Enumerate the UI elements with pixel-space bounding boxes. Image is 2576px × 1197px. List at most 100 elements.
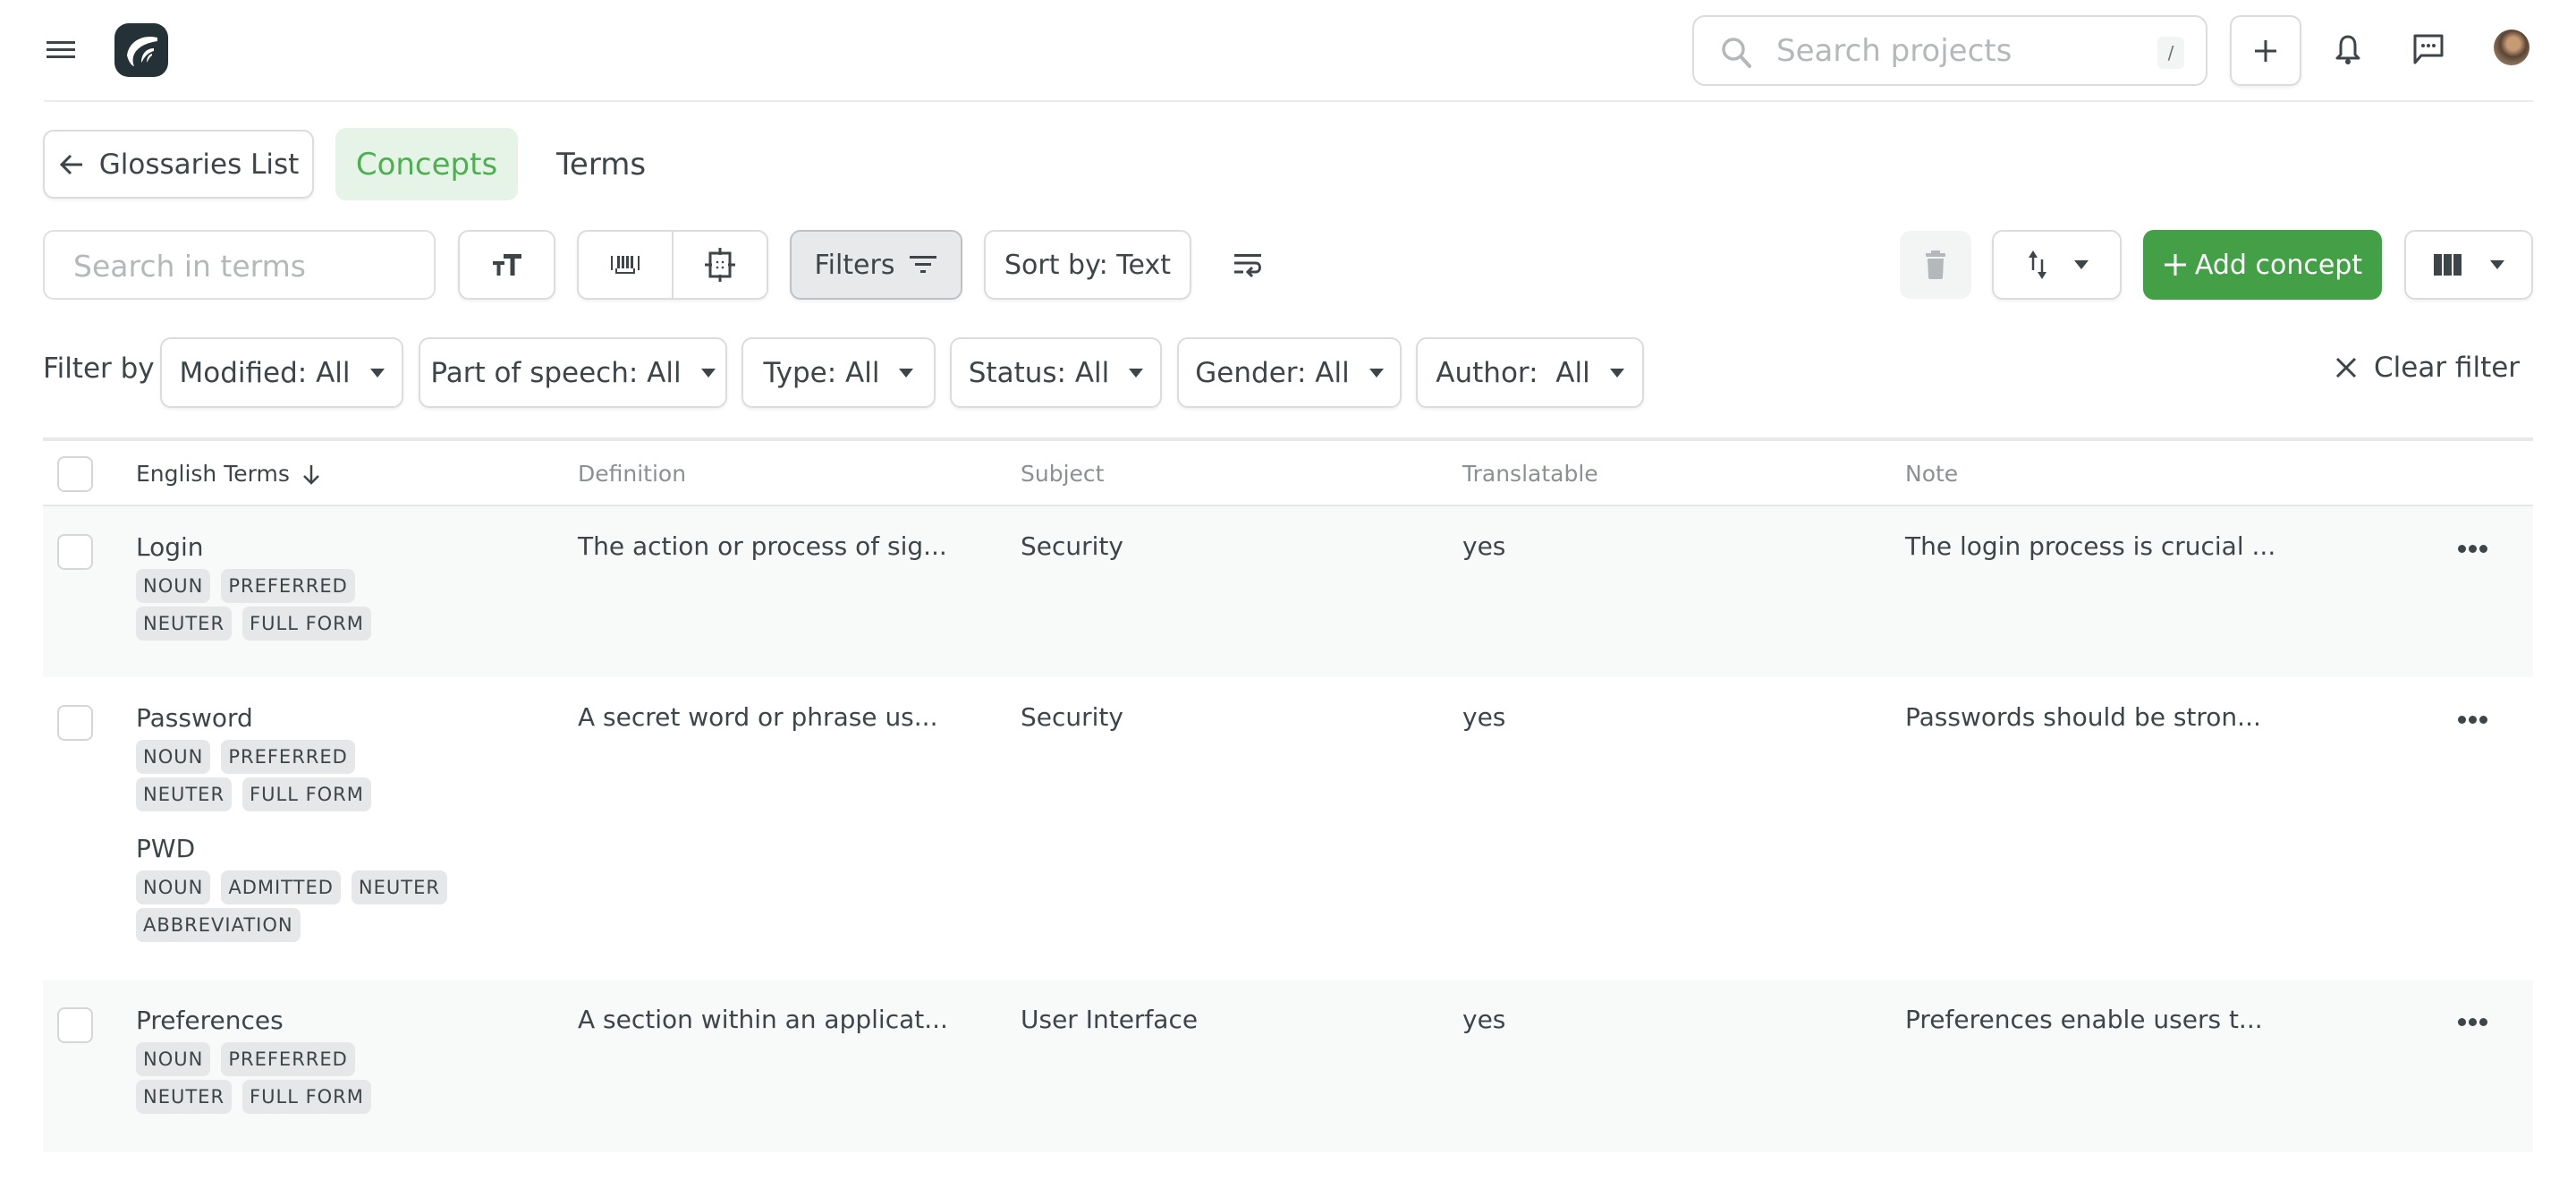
badge: PREFERRED: [221, 740, 355, 774]
term-entry: Password NOUN PREFERRED NEUTER FULL FORM: [136, 702, 458, 811]
app-logo-icon: [127, 36, 157, 66]
definition-cell: A secret word or phrase us...: [578, 702, 938, 732]
app-logo[interactable]: [114, 23, 168, 77]
text-size-button[interactable]: [458, 230, 555, 300]
plus-icon: [2164, 254, 2186, 276]
badge: FULL FORM: [242, 1080, 371, 1114]
column-header-definition[interactable]: Definition: [578, 461, 686, 487]
column-header-translatable[interactable]: Translatable: [1462, 461, 1598, 487]
definition-cell: A section within an applicat...: [578, 1005, 948, 1034]
bell-icon: [2335, 35, 2360, 64]
filter-type-label: Type: All: [763, 356, 880, 389]
term-name[interactable]: Login: [136, 531, 458, 564]
badge: PREFERRED: [221, 1042, 355, 1076]
row-actions-button[interactable]: [2458, 1016, 2488, 1027]
menu-button[interactable]: [45, 36, 77, 63]
arrow-down-icon: [302, 464, 319, 485]
term-name[interactable]: Preferences: [136, 1005, 458, 1037]
filters-label: Filters: [814, 249, 895, 281]
subject-cell: Security: [1021, 702, 1123, 732]
more-icon: [2458, 715, 2466, 724]
filter-modified-label: Modified: All: [179, 356, 351, 389]
column-header-subject[interactable]: Subject: [1021, 461, 1104, 487]
sort-button[interactable]: Sort by: Text: [984, 230, 1191, 300]
column-header-english-terms[interactable]: English Terms: [136, 461, 322, 487]
row-actions-button[interactable]: [2458, 543, 2488, 554]
more-icon: [2458, 1017, 2466, 1026]
table-row[interactable]: Password NOUN PREFERRED NEUTER FULL FORM…: [43, 677, 2533, 980]
chevron-down-icon: [700, 368, 716, 378]
badge: NEUTER: [136, 777, 233, 811]
row-checkbox[interactable]: [57, 1007, 93, 1043]
expanded-view-button[interactable]: [672, 232, 767, 298]
filter-part-of-speech[interactable]: Part of speech: All: [419, 337, 727, 408]
wrap-text-icon: [1234, 254, 1261, 278]
badge: NEUTER: [136, 1080, 233, 1114]
table-row[interactable]: Preferences NOUN PREFERRED NEUTER FULL F…: [43, 980, 2533, 1152]
close-icon: [2335, 357, 2357, 378]
row-checkbox[interactable]: [57, 534, 93, 570]
user-avatar[interactable]: [2494, 30, 2529, 65]
badge: ABBREVIATION: [136, 908, 301, 942]
project-search-input[interactable]: [1776, 31, 2116, 71]
clear-filter-button[interactable]: Clear filter: [2334, 352, 2520, 384]
chevron-down-icon: [369, 368, 385, 378]
tab-terms[interactable]: Terms: [537, 128, 665, 200]
barcode-icon: [611, 256, 640, 274]
terms-search[interactable]: [43, 230, 436, 300]
filter-icon: [910, 256, 937, 273]
search-shortcut-hint: /: [2157, 37, 2184, 69]
filter-gender[interactable]: Gender: All: [1177, 337, 1402, 408]
tab-concepts[interactable]: Concepts: [335, 128, 518, 200]
filter-type[interactable]: Type: All: [741, 337, 936, 408]
table-header: English Terms Definition Subject Transla…: [43, 441, 2533, 506]
view-mode-group: [577, 230, 768, 300]
sort-direction-button[interactable]: [1992, 230, 2122, 300]
wrap-text-button[interactable]: [1233, 249, 1265, 281]
create-button[interactable]: [2230, 15, 2301, 86]
column-header-note[interactable]: Note: [1905, 461, 1958, 487]
term-badges: NOUN PREFERRED NEUTER FULL FORM: [136, 1042, 458, 1114]
row-actions-button[interactable]: [2458, 714, 2488, 725]
select-all-checkbox[interactable]: [57, 456, 93, 492]
filter-modified[interactable]: Modified: All: [160, 337, 403, 408]
add-concept-label: Add concept: [2194, 249, 2363, 281]
filters-button[interactable]: Filters: [790, 230, 962, 300]
table-row[interactable]: Login NOUN PREFERRED NEUTER FULL FORM Th…: [43, 506, 2533, 677]
subject-cell: Security: [1021, 531, 1123, 561]
filter-by-label: Filter by: [43, 352, 155, 385]
badge: FULL FORM: [242, 607, 371, 641]
search-icon: [1722, 38, 1751, 68]
concepts-table: English Terms Definition Subject Transla…: [43, 437, 2533, 1152]
compact-view-button[interactable]: [579, 232, 672, 298]
columns-button[interactable]: [2404, 230, 2533, 300]
project-search[interactable]: /: [1692, 15, 2207, 86]
delete-button[interactable]: [1900, 231, 1971, 299]
note-cell: Preferences enable users t...: [1905, 1005, 2263, 1034]
columns-icon: [2434, 254, 2462, 276]
glossaries-list-label: Glossaries List: [98, 148, 300, 181]
chevron-down-icon: [2490, 260, 2504, 269]
term-name[interactable]: PWD: [136, 833, 458, 865]
notifications-button[interactable]: [2326, 27, 2370, 72]
column-header-label: English Terms: [136, 461, 290, 487]
badge: NOUN: [136, 740, 211, 774]
add-concept-button[interactable]: Add concept: [2143, 230, 2382, 300]
glossaries-list-button[interactable]: Glossaries List: [43, 130, 314, 199]
filter-status[interactable]: Status: All: [950, 337, 1162, 408]
badge: NOUN: [136, 1042, 211, 1076]
filter-author[interactable]: Author: All: [1416, 337, 1644, 408]
term-name[interactable]: Password: [136, 702, 458, 734]
header-divider: [44, 100, 2533, 102]
trash-icon: [1926, 250, 1945, 279]
chevron-down-icon: [1609, 368, 1624, 378]
subject-cell: User Interface: [1021, 1005, 1199, 1034]
row-checkbox[interactable]: [57, 705, 93, 741]
terms-search-input[interactable]: [73, 246, 413, 285]
translatable-cell: yes: [1462, 1005, 1506, 1034]
text-size-icon: [492, 254, 521, 276]
filter-author-label: Author: All: [1436, 356, 1590, 389]
term-badges: NOUN ADMITTED NEUTER ABBREVIATION: [136, 870, 458, 942]
messages-button[interactable]: [2406, 27, 2451, 72]
term-entry: Preferences NOUN PREFERRED NEUTER FULL F…: [136, 1005, 458, 1114]
